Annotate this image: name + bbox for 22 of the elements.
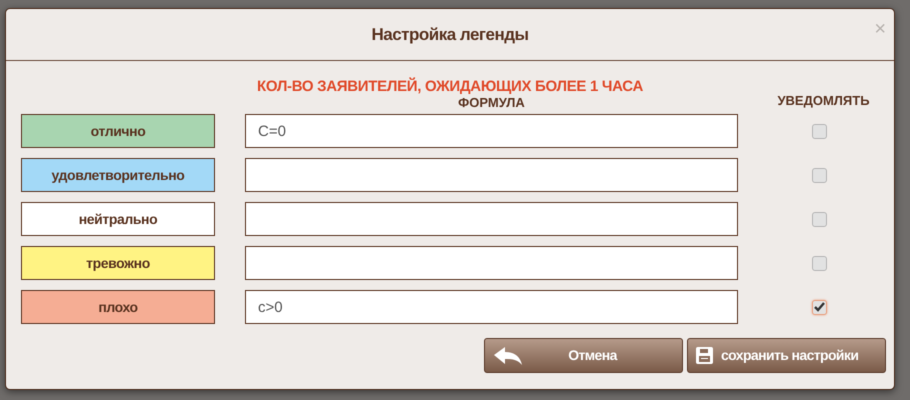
notify-checkbox[interactable]: [812, 168, 827, 182]
formula-field[interactable]: [245, 158, 738, 192]
legend-label: отлично: [21, 114, 215, 148]
legend-label: плохо: [21, 290, 215, 324]
notify-checkbox[interactable]: [812, 212, 827, 226]
formula-field[interactable]: [245, 246, 738, 280]
legend-label: удовлетворительно: [21, 158, 215, 192]
legend-label: тревожно: [21, 246, 215, 280]
notify-checkbox[interactable]: [812, 256, 827, 270]
cancel-button[interactable]: Отмена: [484, 338, 683, 373]
save-button[interactable]: сохранить настройки: [687, 338, 886, 373]
legend-label: нейтрально: [21, 202, 215, 236]
formula-field[interactable]: C=0: [245, 114, 738, 148]
column-header: ФОРМУЛА: [457, 96, 526, 110]
subtitle: КОЛ-ВО ЗАЯВИТЕЛЕЙ, ОЖИДАЮЩИХ БОЛЕЕ 1 ЧАСА: [256, 78, 643, 95]
notify-checkbox[interactable]: [812, 124, 827, 138]
dialog-title: Настройка легенды: [371, 24, 529, 46]
formula-field[interactable]: [245, 202, 738, 236]
column-header: УВЕДОМЛЯТЬ: [776, 94, 871, 108]
formula-field[interactable]: c>0: [245, 290, 738, 324]
back-arrow-icon: [493, 346, 523, 366]
notify-checkbox[interactable]: [812, 300, 827, 314]
